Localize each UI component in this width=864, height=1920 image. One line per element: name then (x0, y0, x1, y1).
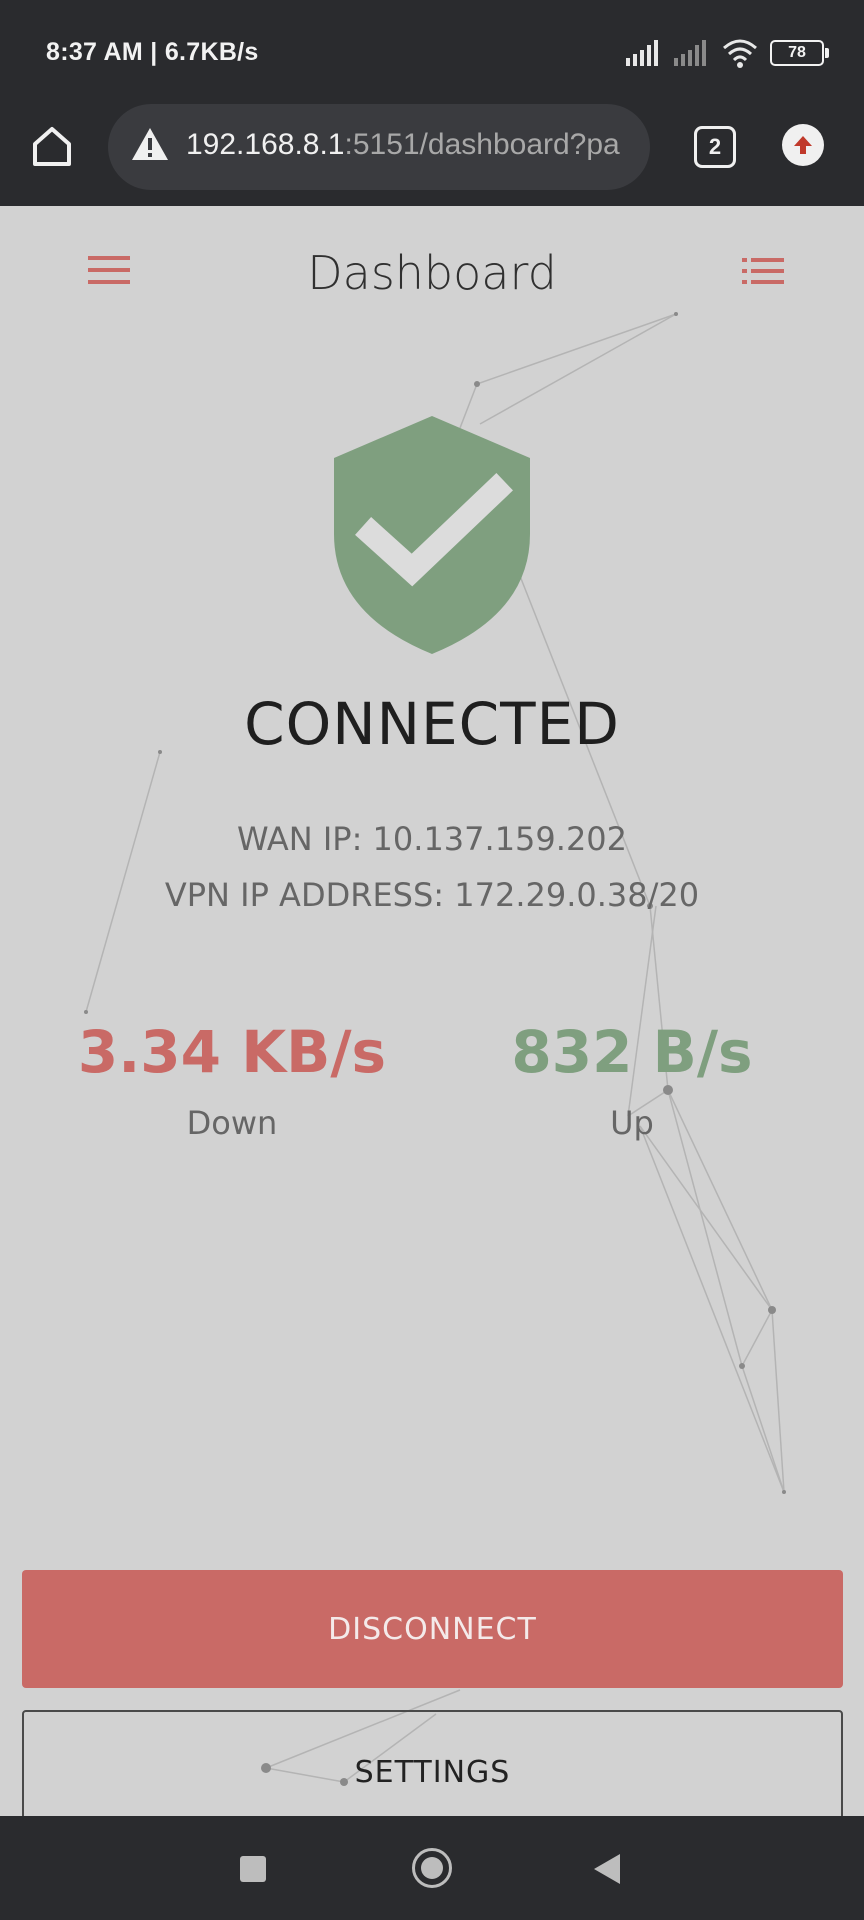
download-speed-value: 3.34 KB/s (77, 1018, 387, 1086)
page-title: Dashboard (307, 246, 557, 300)
connection-status: CONNECTED (244, 690, 620, 758)
download-speed: 3.34 KB/s Down (22, 1018, 442, 1142)
url-path: :5151/dashboard?pa (344, 128, 620, 161)
home-circle-icon[interactable] (412, 1848, 452, 1888)
vpn-ip: VPN IP ADDRESS: 172.29.0.38/20 (164, 876, 700, 914)
upload-speed-value: 832 B/s (511, 1018, 753, 1086)
battery-icon: 78 (770, 40, 829, 66)
status-time: 8:37 AM | 6.7KB/s (46, 38, 259, 66)
download-speed-label: Down (186, 1104, 278, 1142)
list-icon[interactable] (742, 256, 784, 286)
signal-icon (626, 40, 658, 66)
disconnect-button[interactable]: DISCONNECT (22, 1570, 843, 1688)
url-host: 192.168.8.1 (186, 128, 345, 161)
wifi-icon (723, 39, 757, 68)
signal-weak-icon (674, 40, 706, 66)
status-icons: 78 (626, 36, 829, 70)
browser-toolbar: 192.168.8.1:5151/dashboard?pa 2 (0, 104, 864, 206)
warning-icon (132, 128, 168, 160)
upload-speed-label: Up (610, 1104, 654, 1142)
status-bar: 8:37 AM | 6.7KB/s 78 (0, 0, 864, 104)
arrow-up-icon (794, 136, 812, 154)
home-icon[interactable] (30, 124, 74, 168)
shield-check-icon (334, 416, 530, 654)
tab-count-button[interactable]: 2 (694, 126, 736, 168)
url-text[interactable]: 192.168.8.1:5151/dashboard?pa (186, 128, 620, 162)
recent-apps-icon[interactable] (240, 1856, 266, 1882)
url-bar[interactable]: 192.168.8.1:5151/dashboard?pa (108, 104, 650, 190)
back-triangle-icon[interactable] (594, 1854, 620, 1884)
upload-speed: 832 B/s Up (422, 1018, 842, 1142)
wan-ip: WAN IP: 10.137.159.202 (236, 820, 628, 858)
android-nav-bar (0, 1816, 864, 1920)
settings-button[interactable]: SETTINGS (22, 1710, 843, 1816)
dashboard-page: Dashboard CONNECTED WAN IP: 10.137.159.2… (0, 206, 864, 1816)
update-button[interactable] (782, 124, 824, 166)
